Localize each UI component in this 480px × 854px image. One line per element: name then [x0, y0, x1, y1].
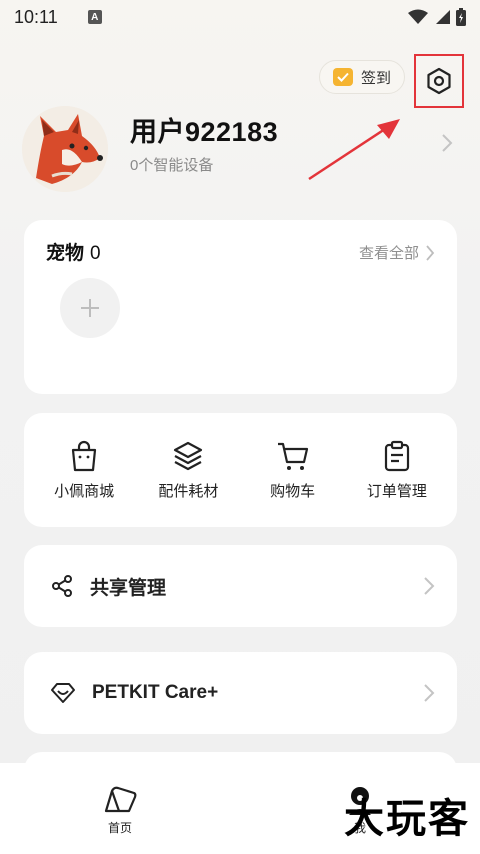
shortcuts-card: 小佩商城 配件耗材 购物车 订单管理 [24, 413, 457, 527]
petkit-care-row[interactable]: PETKIT Care+ [24, 652, 457, 734]
shortcut-label: 小佩商城 [54, 482, 115, 500]
tab-home[interactable]: 首页 [60, 785, 180, 836]
signin-label: 签到 [360, 69, 391, 87]
annotation-arrow-icon [308, 119, 400, 181]
status-bar: 10:11 A [0, 0, 480, 34]
tab-label: 首页 [107, 821, 132, 835]
signin-button[interactable]: 签到 [319, 60, 405, 94]
plus-icon [81, 299, 99, 317]
avatar[interactable] [22, 106, 108, 192]
fox-avatar-icon [22, 106, 108, 192]
pets-count: 0 [90, 243, 101, 264]
shortcut-label: 订单管理 [366, 482, 427, 500]
shortcut-accessories[interactable]: 配件耗材 [138, 440, 238, 501]
home-icon [104, 786, 137, 813]
wifi-icon [408, 9, 428, 24]
clipboard-icon [384, 440, 409, 471]
notification-badge-icon: A [87, 10, 102, 24]
add-pet-button[interactable] [60, 278, 120, 338]
username: 用户922183 [130, 117, 279, 147]
share-label: 共享管理 [90, 577, 167, 599]
pets-title: 宠物 0 [46, 238, 101, 265]
chevron-right-icon [424, 577, 435, 595]
calendar-check-icon [332, 68, 353, 86]
status-time: 10:11 [14, 6, 58, 27]
shortcut-orders[interactable]: 订单管理 [347, 440, 447, 501]
care-label: PETKIT Care+ [92, 682, 219, 703]
pets-title-label: 宠物 [46, 243, 85, 264]
settings-button[interactable] [414, 54, 464, 108]
heart-diamond-icon [51, 683, 75, 703]
watermark-logo: 大玩客 [344, 796, 470, 842]
shortcut-label: 购物车 [270, 482, 316, 500]
shortcut-label: 配件耗材 [158, 482, 219, 500]
shopping-bag-icon [72, 440, 97, 471]
share-management-row[interactable]: 共享管理 [24, 545, 457, 627]
view-all-label: 查看全部 [358, 245, 419, 262]
device-count[interactable]: 0个智能设备 [130, 154, 213, 175]
shortcut-cart[interactable]: 购物车 [243, 440, 343, 501]
chevron-right-icon [426, 244, 435, 261]
signal-icon [436, 10, 450, 24]
cart-icon [277, 442, 308, 470]
pets-card: 宠物 0 查看全部 [24, 220, 457, 394]
shortcut-store[interactable]: 小佩商城 [34, 440, 134, 501]
chevron-right-icon[interactable] [440, 132, 454, 154]
layers-icon [174, 441, 203, 470]
status-icons [408, 8, 466, 26]
share-icon [52, 575, 72, 597]
view-all-link[interactable]: 查看全部 [359, 242, 435, 263]
settings-hexagon-icon [427, 67, 451, 95]
chevron-right-icon [424, 684, 435, 702]
battery-icon [456, 8, 466, 26]
